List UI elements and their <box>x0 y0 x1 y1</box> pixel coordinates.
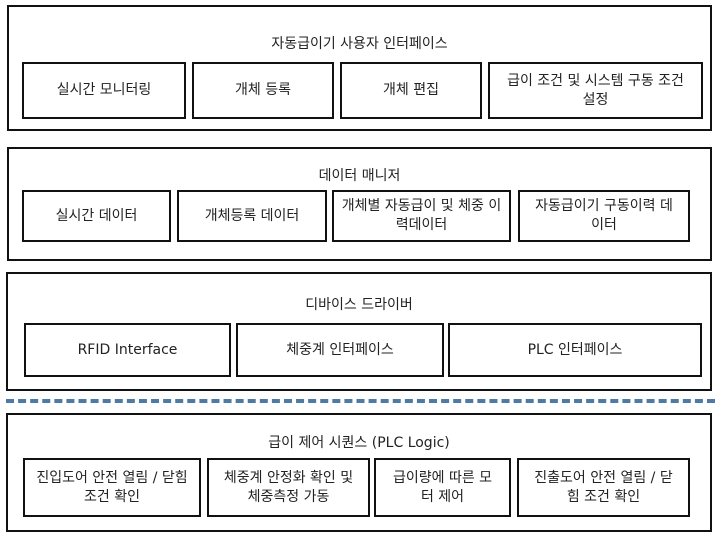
layer-title: 자동급이기 사용자 인터페이스 <box>271 36 448 52</box>
layer-title: 디바이스 드라이버 <box>305 297 413 313</box>
module-label: 급이량에 따른 모터 제어 <box>392 469 493 505</box>
module-label: 진출도어 안전 열림 / 닫힘 조건 확인 <box>534 469 673 505</box>
module-label: 개체 등록 <box>235 82 291 98</box>
module-entity-registration-data: 개체등록 데이터 <box>177 190 327 242</box>
module-entity-registration: 개체 등록 <box>192 62 334 119</box>
module-label: 진입도어 안전 열림 / 닫힘 조건 확인 <box>36 469 188 505</box>
module-rfid-interface: RFID Interface <box>24 323 231 377</box>
module-entry-door-check: 진입도어 안전 열림 / 닫힘 조건 확인 <box>23 458 201 517</box>
module-scale-stabilization: 체중계 안정화 확인 및 체중측정 가동 <box>207 458 370 517</box>
module-label: PLC 인터페이스 <box>527 341 623 358</box>
layer-device-driver: 디바이스 드라이버 RFID Interface 체중계 인터페이스 PLC 인… <box>6 272 712 391</box>
module-label: 개체별 자동급이 및 체중 이력데이터 <box>341 198 502 233</box>
module-feeding-condition-settings: 급이 조건 및 시스템 구동 조건 설정 <box>488 62 703 119</box>
module-realtime-monitoring: 실시간 모니터링 <box>22 62 186 119</box>
module-label: 개체 편집 <box>383 82 439 98</box>
module-feeder-operation-history: 자동급이기 구동이력 데이터 <box>518 190 690 242</box>
module-label: 체중계 인터페이스 <box>286 341 394 358</box>
layer-user-interface: 자동급이기 사용자 인터페이스 실시간 모니터링 개체 등록 개체 편집 급이 … <box>7 5 712 131</box>
module-label: 자동급이기 구동이력 데이터 <box>535 198 673 233</box>
layer-feeding-control-sequence: 급이 제어 시퀀스 (PLC Logic) 진입도어 안전 열림 / 닫힘 조건… <box>6 413 712 532</box>
module-realtime-data: 실시간 데이터 <box>22 190 171 242</box>
module-label: 체중계 안정화 확인 및 체중측정 가동 <box>223 469 354 505</box>
module-entity-feeding-weight-history: 개체별 자동급이 및 체중 이력데이터 <box>332 190 511 242</box>
module-scale-interface: 체중계 인터페이스 <box>236 323 444 377</box>
module-exit-door-check: 진출도어 안전 열림 / 닫힘 조건 확인 <box>517 458 690 517</box>
module-plc-interface: PLC 인터페이스 <box>448 323 702 377</box>
module-entity-edit: 개체 편집 <box>340 62 482 119</box>
layer-data-manager: 데이터 매니저 실시간 데이터 개체등록 데이터 개체별 자동급이 및 체중 이… <box>7 147 712 261</box>
module-label: 실시간 데이터 <box>55 207 138 224</box>
layer-divider-dashed-line <box>6 399 715 403</box>
module-label: 개체등록 데이터 <box>204 207 300 224</box>
layer-title: 급이 제어 시퀀스 (PLC Logic) <box>268 435 450 451</box>
module-label: 실시간 모니터링 <box>56 82 152 98</box>
module-label: 급이 조건 및 시스템 구동 조건 설정 <box>507 72 684 108</box>
module-label: RFID Interface <box>77 341 178 358</box>
layer-title: 데이터 매니저 <box>318 168 401 184</box>
module-motor-control: 급이량에 따른 모터 제어 <box>374 458 511 517</box>
